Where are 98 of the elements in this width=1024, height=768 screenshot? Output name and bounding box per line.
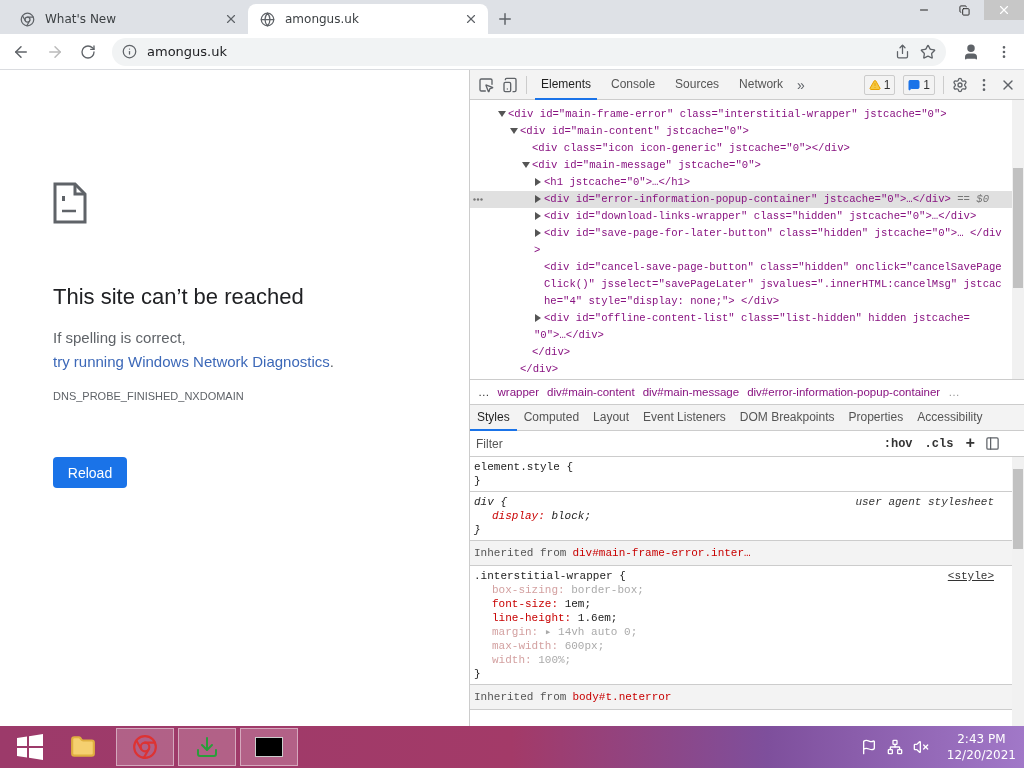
css-property: display: block; bbox=[491, 509, 593, 523]
breadcrumb[interactable]: div#main-content bbox=[547, 386, 635, 398]
css-property: box-sizing: border-box; bbox=[491, 583, 645, 597]
filter-field[interactable]: Filter bbox=[474, 432, 874, 455]
source-link[interactable]: <style> bbox=[947, 569, 994, 583]
download-icon bbox=[195, 735, 219, 759]
dom-node[interactable]: <div class="icon icon-generic" jstcache="0"></div> bbox=[470, 140, 1012, 157]
terminal-icon bbox=[255, 737, 283, 757]
dom-node[interactable]: <div id="main-content" jstcache="0"> bbox=[470, 123, 1012, 140]
dom-node[interactable]: <div id="download-links-wrapper" class="hidden" jstcache="0">…</div> bbox=[470, 208, 1012, 225]
error-message: If spelling is correct, try running Windows Network Diagnostics. bbox=[53, 328, 335, 372]
css-selector: .interstitial-wrapper { bbox=[474, 569, 626, 583]
hover-state-button[interactable]: :hov bbox=[881, 436, 915, 451]
error-code: DNS_PROBE_FINISHED_NXDOMAIN bbox=[53, 390, 245, 402]
css-property: font-size: 1em; bbox=[491, 597, 593, 611]
taskbar-app[interactable] bbox=[240, 728, 298, 766]
styles-pane-tab[interactable]: Accessibility bbox=[910, 404, 990, 431]
css-brace: } bbox=[474, 667, 482, 681]
css-selector: element.style { bbox=[474, 460, 574, 474]
share-icon[interactable] bbox=[895, 44, 910, 59]
sidebar-toggle-icon[interactable] bbox=[985, 436, 1000, 451]
devtools-tab[interactable]: Sources bbox=[669, 69, 726, 100]
collapsed-arrow-icon[interactable] bbox=[534, 314, 542, 323]
close-tab-icon[interactable] bbox=[224, 12, 238, 26]
browser-tab[interactable]: amongus.uk bbox=[248, 4, 488, 34]
devtools-tab[interactable]: Console bbox=[605, 69, 662, 100]
styles-pane-tab[interactable]: Styles bbox=[470, 404, 517, 431]
dom-node[interactable]: <div id="main-message" jstcache="0"> bbox=[470, 157, 1012, 174]
scrollbar[interactable] bbox=[1012, 457, 1024, 726]
bookmark-star-icon[interactable] bbox=[920, 43, 936, 60]
expanded-arrow-icon[interactable] bbox=[522, 161, 530, 170]
dom-node[interactable]: <div id="cancel-save-page-button" class="hidden" onclick="cancelSavePageClick()" jsselect="savePageLater" jsvalues=".innerHTML:cancelMsg" jstcache="4" style="display: none;"> </div> bbox=[470, 259, 1012, 310]
class-button[interactable]: .cls bbox=[922, 436, 956, 451]
settings-icon[interactable] bbox=[952, 76, 968, 93]
collapsed-arrow-icon[interactable] bbox=[534, 212, 542, 221]
breadcrumb-overflow: … bbox=[948, 386, 960, 398]
ellipsis-icon bbox=[473, 198, 483, 201]
inherited-label: Inherited from bbox=[474, 690, 567, 704]
breadcrumb[interactable]: div#error-information-popup-container bbox=[747, 386, 941, 398]
css-brace: } bbox=[474, 523, 482, 537]
css-property: width: 100%; bbox=[491, 653, 573, 667]
breadcrumb-overflow: … bbox=[478, 386, 490, 398]
reload-button[interactable]: Reload bbox=[53, 457, 127, 488]
styles-pane-tab[interactable]: Computed bbox=[516, 404, 587, 431]
styles-pane-tab[interactable]: DOM Breakpoints bbox=[732, 404, 842, 431]
inspect-element-icon[interactable] bbox=[478, 76, 494, 93]
warnings-badge[interactable]: 1 bbox=[863, 74, 896, 95]
collapsed-arrow-icon[interactable] bbox=[534, 195, 542, 204]
reload-icon[interactable] bbox=[80, 43, 96, 60]
error-heading: This site can’t be reached bbox=[53, 284, 305, 310]
new-rule-button[interactable]: + bbox=[963, 434, 977, 453]
address-bar[interactable]: amongus.uk bbox=[112, 37, 946, 66]
inherited-selector[interactable]: div#main-frame-error.inter… bbox=[572, 546, 751, 560]
expanded-arrow-icon[interactable] bbox=[498, 110, 506, 119]
dom-closing-tag: </div> bbox=[470, 344, 1012, 361]
css-property: line-height: 1.6em; bbox=[491, 611, 619, 625]
dom-node[interactable]: <div id="error-information-popup-container" jstcache="0">…</div> == $0 bbox=[470, 191, 1012, 208]
breadcrumb[interactable]: div#main-message bbox=[642, 386, 740, 398]
breadcrumb[interactable]: wrapper bbox=[497, 386, 540, 398]
diagnostics-link[interactable]: try running Windows Network Diagnostics bbox=[53, 353, 330, 370]
dom-node[interactable]: <div id="offline-content-list" class="list-hidden" hidden jstcache= "0">…</div> bbox=[470, 310, 1012, 344]
inherited-label: Inherited from bbox=[474, 546, 567, 560]
messages-badge[interactable]: 1 bbox=[903, 74, 935, 95]
stylesheet-source: user agent stylesheet bbox=[855, 495, 994, 509]
inherited-selector[interactable]: body#t.neterror bbox=[572, 690, 672, 704]
more-tabs-button[interactable]: » bbox=[797, 76, 805, 93]
info-icon bbox=[122, 44, 137, 59]
css-selector: div { bbox=[474, 495, 507, 509]
clock[interactable]: 2:43 PM 12/20/2021 bbox=[946, 731, 1016, 763]
styles-pane-tab[interactable]: Event Listeners bbox=[636, 404, 733, 431]
css-property: max-width: 600px; bbox=[491, 639, 606, 653]
close-tab-icon[interactable] bbox=[464, 12, 478, 26]
browser-tab[interactable]: What's New bbox=[8, 4, 248, 34]
speaker-muted-icon[interactable] bbox=[912, 739, 929, 755]
collapsed-arrow-icon[interactable] bbox=[534, 229, 542, 238]
browser-icon bbox=[20, 11, 35, 27]
css-property: margin: ▸ 14vh auto 0; bbox=[491, 625, 639, 639]
dom-closing-tag: </div> bbox=[470, 361, 1012, 378]
sad-document-icon bbox=[53, 182, 87, 224]
styles-pane-tab[interactable]: Properties bbox=[841, 404, 911, 431]
folder-icon bbox=[70, 734, 96, 760]
devtools-tab[interactable]: Elements bbox=[535, 69, 598, 100]
browser-icon bbox=[132, 734, 158, 760]
profile-icon[interactable] bbox=[962, 42, 980, 61]
start-icon bbox=[17, 734, 43, 760]
styles-pane-tab[interactable]: Layout bbox=[586, 404, 637, 431]
dom-node[interactable]: <h1 jstcache="0">…</h1> bbox=[470, 174, 1012, 191]
collapsed-arrow-icon[interactable] bbox=[534, 178, 542, 187]
dom-node[interactable]: <div id="save-page-for-later-button" class="hidden" jstcache="0">… </div> bbox=[470, 225, 1012, 259]
devtools-tab[interactable]: Network bbox=[733, 69, 790, 100]
css-brace: } bbox=[474, 474, 482, 488]
expanded-arrow-icon[interactable] bbox=[510, 127, 518, 136]
globe-icon bbox=[260, 11, 275, 27]
scrollbar[interactable] bbox=[1012, 100, 1024, 379]
device-toolbar-icon[interactable] bbox=[502, 76, 518, 93]
network-icon[interactable] bbox=[886, 739, 903, 755]
flag-icon[interactable] bbox=[860, 739, 877, 755]
dom-node[interactable]: <div id="main-frame-error" class="interstitial-wrapper" jstcache="0"> bbox=[470, 106, 1012, 123]
